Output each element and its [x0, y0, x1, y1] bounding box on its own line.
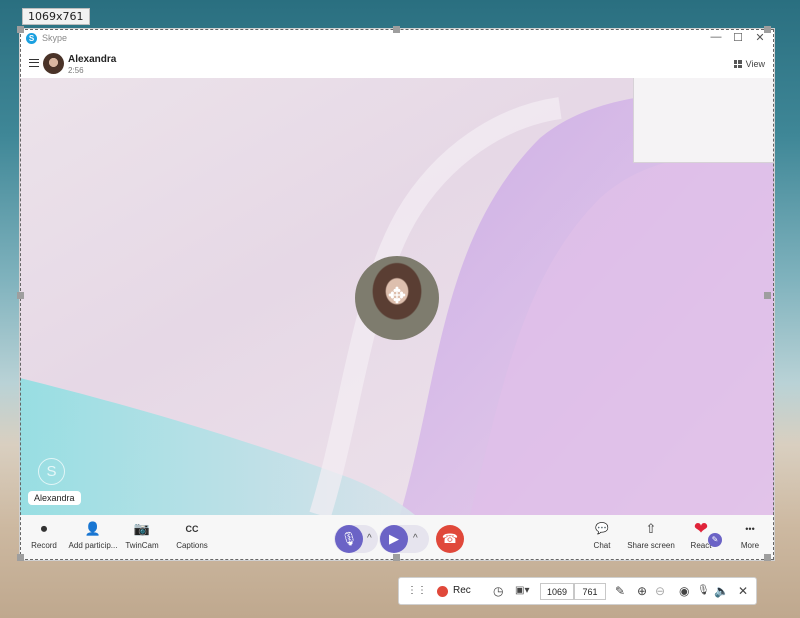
zoom-in-icon[interactable]: ⊕ — [637, 584, 647, 598]
microphone-icon: 🎙 — [340, 531, 358, 546]
more-label: More — [740, 541, 760, 550]
skype-logo-icon: S — [26, 33, 37, 44]
call-header: Alexandra 2:56 View — [20, 49, 774, 78]
call-duration: 2:56 — [68, 66, 84, 75]
avatar[interactable] — [43, 53, 64, 74]
microphone-toggle-icon[interactable]: 🎙 — [697, 584, 710, 598]
schedule-icon[interactable]: ◷ — [493, 584, 503, 598]
view-button[interactable]: View — [733, 59, 765, 69]
view-label: View — [745, 59, 765, 69]
record-dot-icon[interactable] — [437, 586, 448, 597]
mic-options-chevron-icon[interactable]: ^ — [367, 533, 372, 544]
skype-watermark-icon: S — [38, 458, 65, 485]
width-input[interactable]: 1069 — [540, 583, 574, 600]
height-input[interactable]: 761 — [574, 583, 606, 600]
zoom-out-icon[interactable]: ⊖ — [655, 584, 665, 598]
participant-avatar[interactable]: ✥ — [355, 256, 439, 340]
recorder-toolbar: ⋮⋮ Rec ◷ ▣▾ 1069 761 ✎ ⊕ ⊖ ◉ 🎙 🔈 ✕ — [398, 577, 757, 605]
hamburger-menu-icon[interactable] — [29, 59, 39, 67]
resize-handle-top-right[interactable] — [764, 26, 771, 33]
skype-window: S Skype — ☐ ✕ Alexandra 2:56 View ✥ S Al… — [20, 29, 774, 560]
resize-handle-left[interactable] — [17, 292, 24, 299]
resize-handle-top[interactable] — [393, 26, 400, 33]
captions-button[interactable]: CC Captions — [162, 515, 222, 560]
region-select-icon[interactable]: ▣▾ — [515, 584, 529, 598]
rec-button-label[interactable]: Rec — [453, 585, 471, 596]
video-options-chevron-icon[interactable]: ^ — [413, 533, 418, 544]
end-call-button[interactable]: ☎ — [436, 525, 464, 553]
window-title: Skype — [42, 33, 68, 43]
minimize-button[interactable]: — — [708, 31, 724, 43]
move-icon[interactable]: ✥ — [382, 281, 412, 311]
close-recorder-icon[interactable]: ✕ — [738, 584, 748, 598]
more-icon: ••• — [745, 524, 755, 534]
speaker-icon[interactable]: 🔈 — [714, 584, 729, 598]
microphone-button[interactable]: 🎙 — [335, 525, 363, 553]
resize-handle-bottom[interactable] — [393, 554, 400, 561]
participant-name-label: Alexandra — [28, 491, 81, 505]
grid-icon — [733, 60, 742, 68]
drag-handle-icon[interactable]: ⋮⋮ — [407, 584, 427, 598]
resize-handle-top-left[interactable] — [17, 26, 24, 33]
video-button[interactable]: ▶ — [380, 525, 408, 553]
video-camera-icon: ▶ — [389, 531, 399, 546]
resize-handle-right[interactable] — [764, 292, 771, 299]
capture-size-label: 1069x761 — [22, 8, 90, 25]
resize-handle-bottom-right[interactable] — [764, 554, 771, 561]
pen-icon[interactable]: ✎ — [615, 584, 625, 598]
eye-icon[interactable]: ◉ — [679, 584, 689, 598]
contact-name: Alexandra — [68, 54, 117, 65]
self-view-preview[interactable] — [633, 78, 774, 163]
maximize-button[interactable]: ☐ — [730, 31, 746, 44]
captions-icon: CC — [185, 524, 199, 534]
call-stage: ✥ S Alexandra — [20, 78, 774, 515]
captions-label: Captions — [176, 541, 208, 550]
resize-handle-bottom-left[interactable] — [17, 554, 24, 561]
end-call-icon: ☎ — [441, 531, 459, 546]
